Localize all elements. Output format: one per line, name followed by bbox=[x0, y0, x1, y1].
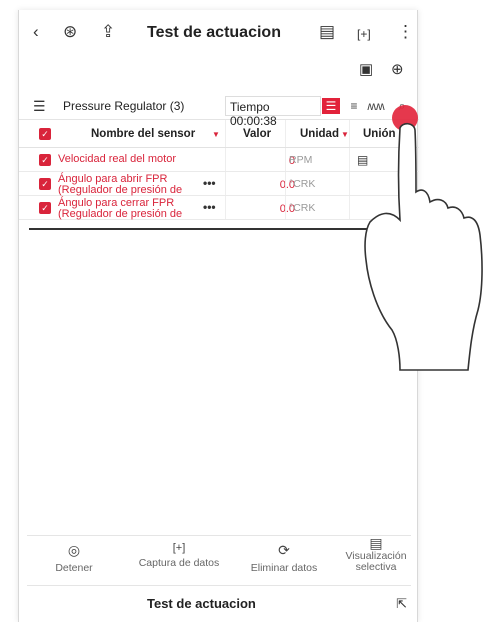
screenshot-icon[interactable]: ▤ bbox=[319, 22, 335, 42]
view-graph-button[interactable]: ʍʍ bbox=[367, 98, 385, 114]
sensor-name: Ángulo para cerrar FPR (Regulador de pre… bbox=[58, 198, 182, 220]
selective-view-button[interactable]: ▤ Visualización selectiva bbox=[341, 535, 411, 573]
footer-title: Test de actuacion bbox=[147, 596, 256, 611]
back-icon[interactable]: ‹ bbox=[33, 22, 39, 42]
secondary-toolbar: ▣ ⊕ bbox=[19, 60, 419, 84]
group-label: Pressure Regulator (3) bbox=[63, 99, 185, 113]
sensor-name-line-2: (Regulador de presión de bbox=[58, 208, 183, 220]
capture-data-label: Captura de datos bbox=[138, 557, 220, 569]
column-divider bbox=[225, 172, 226, 195]
sensor-unit: RPM bbox=[289, 154, 313, 166]
column-divider bbox=[225, 120, 226, 147]
row-checkbox[interactable]: ✓ bbox=[39, 178, 51, 190]
column-divider bbox=[349, 196, 350, 219]
selective-view-label-2: selectiva bbox=[355, 561, 397, 573]
row-checkbox[interactable]: ✓ bbox=[39, 154, 51, 166]
column-link-header: Unión bbox=[363, 128, 396, 140]
table-bottom-rule bbox=[29, 228, 409, 230]
select-all-checkbox[interactable]: ✓ bbox=[39, 128, 51, 140]
sort-icon[interactable]: ▼ bbox=[212, 130, 220, 139]
waveform-icon[interactable]: ⊕ bbox=[391, 60, 404, 78]
sensor-name: Velocidad real del motor bbox=[58, 153, 177, 165]
link-icon[interactable]: ▤ bbox=[357, 153, 368, 167]
time-display: Tiempo 00:00:38 bbox=[225, 96, 321, 128]
list-select-icon[interactable]: ☰ bbox=[33, 98, 46, 115]
vci-connection-icon[interactable]: ⊛ bbox=[63, 22, 77, 42]
table-row[interactable]: ✓ Ángulo para cerrar FPR (Regulador de p… bbox=[19, 196, 419, 220]
column-unit-header[interactable]: Unidad bbox=[300, 128, 339, 140]
search-icon[interactable]: ⌕ bbox=[393, 98, 411, 114]
view-text-button[interactable]: ≡ bbox=[345, 98, 363, 114]
record-icon[interactable]: ▣ bbox=[359, 60, 373, 78]
footer-bar: Test de actuacion ⇱ bbox=[27, 585, 411, 622]
table-row[interactable]: ✓ Ángulo para abrir FPR (Regulador de pr… bbox=[19, 172, 419, 196]
top-toolbar: ‹ ⊛ ⇪ Test de actuacion ▤ [+] ⋮ bbox=[19, 10, 419, 56]
menu-icon[interactable]: ⋮ bbox=[397, 22, 414, 42]
row-checkbox[interactable]: ✓ bbox=[39, 202, 51, 214]
export-icon[interactable]: ⇪ bbox=[101, 22, 115, 42]
stop-icon: ◎ bbox=[67, 542, 81, 558]
capture-icon[interactable]: [+] bbox=[357, 24, 371, 44]
table-header: ✓ Nombre del sensor ▼ Valor Unidad ▼ Uni… bbox=[19, 120, 419, 148]
column-divider bbox=[285, 120, 286, 147]
column-divider bbox=[225, 148, 226, 171]
more-icon[interactable]: ••• bbox=[203, 200, 216, 214]
column-divider bbox=[349, 120, 350, 147]
clear-data-button[interactable]: ⟳ Eliminar datos bbox=[239, 542, 329, 574]
clear-data-label: Eliminar datos bbox=[250, 562, 318, 574]
filter-bar: ☰ Pressure Regulator (3) Tiempo 00:00:38… bbox=[19, 92, 419, 128]
stop-label: Detener bbox=[55, 562, 93, 574]
bottom-action-bar: ◎ Detener [+] Captura de datos ⟳ Elimina… bbox=[27, 535, 411, 583]
refresh-icon: ⟳ bbox=[278, 542, 290, 558]
sensor-name-line-2: (Regulador de presión de bbox=[58, 184, 183, 196]
capture-data-icon: [+] bbox=[172, 542, 186, 554]
column-divider bbox=[225, 196, 226, 219]
app-screen: ‹ ⊛ ⇪ Test de actuacion ▤ [+] ⋮ ▣ ⊕ ☰ Pr… bbox=[18, 10, 419, 622]
table-row[interactable]: ✓ Velocidad real del motor 0 RPM ▤ bbox=[19, 148, 419, 172]
column-divider bbox=[285, 148, 286, 171]
sensor-table: ✓ Nombre del sensor ▼ Valor Unidad ▼ Uni… bbox=[19, 120, 419, 230]
more-icon[interactable]: ••• bbox=[203, 176, 216, 190]
column-name-header[interactable]: Nombre del sensor bbox=[91, 128, 195, 140]
stop-button[interactable]: ◎ Detener bbox=[49, 542, 99, 574]
view-list-button[interactable]: ☰ bbox=[322, 98, 340, 114]
column-divider bbox=[285, 196, 286, 219]
collapse-icon[interactable]: ⇱ bbox=[396, 596, 407, 612]
column-divider bbox=[349, 172, 350, 195]
column-value-header: Valor bbox=[243, 128, 272, 140]
page-title: Test de actuacion bbox=[147, 24, 281, 41]
selective-view-icon: ▤ bbox=[369, 535, 383, 551]
column-divider bbox=[285, 172, 286, 195]
column-divider bbox=[349, 148, 350, 171]
unit-dropdown-icon[interactable]: ▼ bbox=[341, 130, 349, 139]
sensor-name: Ángulo para abrir FPR (Regulador de pres… bbox=[58, 174, 182, 196]
capture-data-button[interactable]: [+] Captura de datos bbox=[129, 542, 229, 569]
sensor-unit: °CRK bbox=[289, 178, 316, 190]
sensor-unit: °CRK bbox=[289, 202, 316, 214]
